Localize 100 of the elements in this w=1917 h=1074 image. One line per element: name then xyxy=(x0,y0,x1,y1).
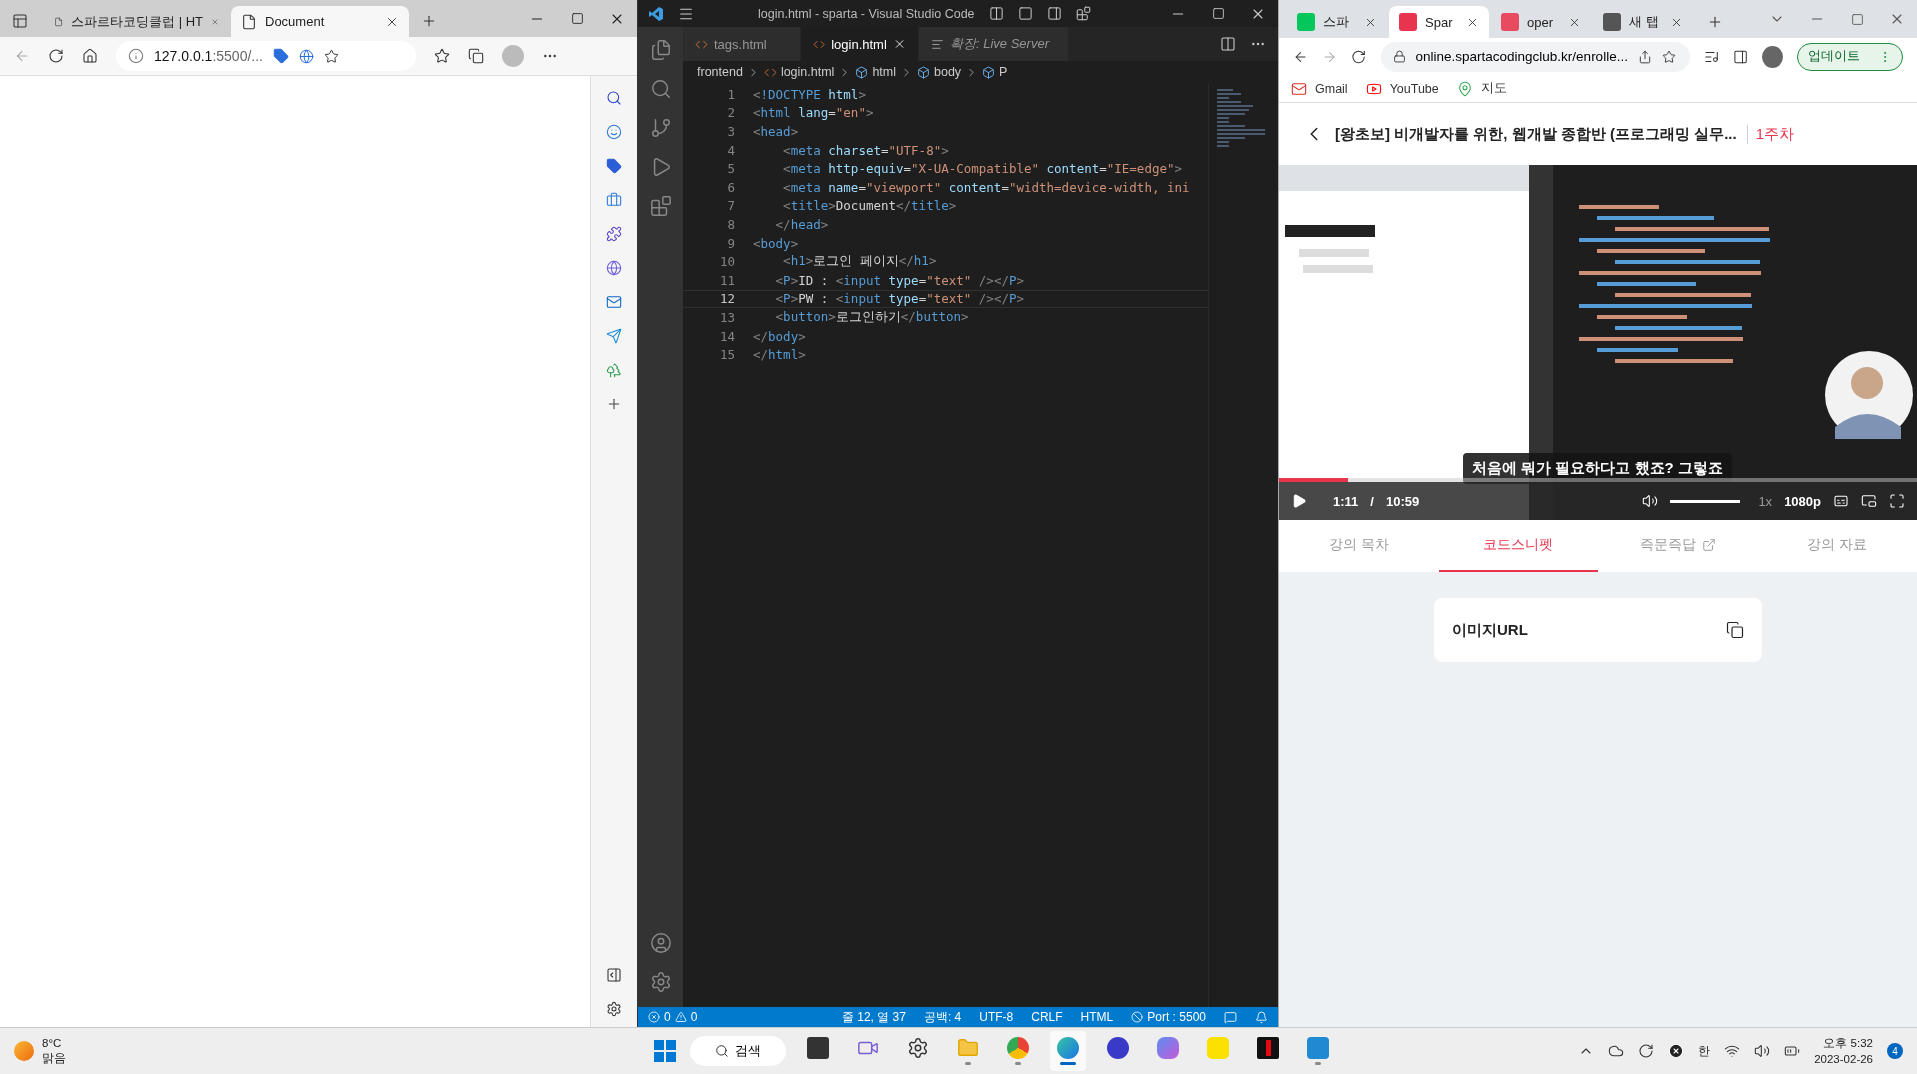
app-icon xyxy=(1107,1037,1129,1059)
bookmark-icon[interactable] xyxy=(1661,49,1676,64)
browser-tab[interactable]: 스파 xyxy=(1287,6,1387,38)
language-status[interactable]: HTML xyxy=(1080,1010,1114,1024)
new-tab-icon[interactable] xyxy=(1707,14,1723,30)
browser-tab[interactable]: Document xyxy=(231,6,409,37)
wifi-icon[interactable] xyxy=(1724,1043,1741,1059)
toolbox-icon[interactable] xyxy=(606,192,622,208)
url-text: :5500/... xyxy=(212,48,263,64)
maximize-icon[interactable] xyxy=(570,12,584,25)
speed-button[interactable]: 1x xyxy=(1758,493,1773,509)
tree-icon[interactable] xyxy=(606,362,622,378)
notification-badge[interactable]: 4 xyxy=(1887,1043,1903,1059)
sync-icon[interactable] xyxy=(1638,1043,1655,1059)
settings-icon[interactable] xyxy=(606,1001,622,1017)
volume-slider-fill[interactable] xyxy=(1670,499,1741,503)
quality-button[interactable]: 1080p xyxy=(1784,493,1821,509)
battery-icon[interactable] xyxy=(1784,1043,1801,1059)
browser-tab[interactable]: 새 탭 xyxy=(1593,6,1693,38)
layout-icon[interactable] xyxy=(1046,6,1062,21)
cloud-icon[interactable] xyxy=(1608,1043,1625,1059)
account-icon[interactable] xyxy=(649,932,672,954)
bookmark-link[interactable]: Gmail xyxy=(1315,81,1348,96)
send-icon[interactable] xyxy=(606,328,622,344)
map-pin-icon xyxy=(1456,80,1473,97)
start-icon[interactable] xyxy=(654,1040,676,1062)
bookmark-link[interactable]: 지도 xyxy=(1480,80,1507,97)
settings-icon[interactable] xyxy=(907,1037,929,1059)
add-icon[interactable] xyxy=(606,396,622,412)
collections-icon[interactable] xyxy=(468,48,484,64)
notifications-icon[interactable] xyxy=(1255,1010,1268,1024)
update-button[interactable]: 업데이트 xyxy=(1797,42,1904,71)
encoding-status[interactable]: UTF-8 xyxy=(979,1010,1014,1024)
search-icon[interactable] xyxy=(649,78,672,100)
address-bar[interactable]: online.spartacodingclub.kr/enrolle... xyxy=(1380,41,1690,72)
tab-actions-icon[interactable] xyxy=(12,13,28,29)
line-number: 12 xyxy=(718,291,735,307)
browser-tab[interactable]: oper xyxy=(1491,6,1591,38)
home-icon[interactable] xyxy=(82,48,98,64)
editor-tab[interactable]: 확장: Live Server xyxy=(919,27,1069,61)
tag-icon[interactable] xyxy=(606,158,622,174)
breadcrumb-item[interactable]: body xyxy=(934,65,962,79)
site-icon xyxy=(1297,13,1315,31)
tag-icon[interactable] xyxy=(273,48,289,64)
fullscreen-icon[interactable] xyxy=(1889,493,1905,509)
code-line: <h1>로그인 페이지</h1> xyxy=(782,253,937,271)
search-icon xyxy=(715,1044,729,1058)
profile-avatar[interactable] xyxy=(1762,45,1784,68)
side-panel-icon[interactable] xyxy=(1733,48,1749,65)
reload-icon[interactable] xyxy=(1351,48,1367,65)
address-bar[interactable]: 127.0.0.1:5500/... xyxy=(116,41,416,71)
explorer-icon[interactable] xyxy=(649,39,672,61)
panel-icon[interactable] xyxy=(606,967,622,983)
breadcrumb-item[interactable]: frontend xyxy=(697,65,743,79)
mail-icon[interactable] xyxy=(606,294,622,310)
indent-status[interactable]: 공백: 4 xyxy=(923,1008,962,1026)
eol-status[interactable]: CRLF xyxy=(1031,1010,1063,1024)
editor-tab[interactable]: tags.html xyxy=(683,27,801,61)
extensions-icon[interactable] xyxy=(649,195,672,217)
editor-tab[interactable]: login.html xyxy=(801,27,919,61)
app-tray-icon[interactable] xyxy=(1668,1043,1685,1059)
copy-icon[interactable] xyxy=(1726,621,1744,639)
maximize-icon[interactable] xyxy=(1850,12,1864,26)
layout-icon[interactable] xyxy=(1075,6,1091,21)
new-tab-icon[interactable] xyxy=(421,13,437,29)
volume-icon[interactable] xyxy=(1754,1043,1771,1059)
clock-date[interactable]: 2023-02-26 xyxy=(1814,1051,1873,1068)
ime-indicator[interactable]: 한 xyxy=(1698,1042,1711,1060)
volume-icon[interactable] xyxy=(1642,493,1659,509)
layout-icon[interactable] xyxy=(1017,6,1033,21)
snippet-card[interactable]: 이미지URL xyxy=(1434,598,1762,662)
globe-icon[interactable] xyxy=(606,260,622,276)
breadcrumb-item[interactable]: P xyxy=(999,65,1008,79)
search-icon[interactable] xyxy=(606,90,622,106)
problems-status[interactable]: 0 0 xyxy=(648,1010,698,1024)
clock-time[interactable]: 오후 5:32 xyxy=(1823,1034,1873,1051)
course-title: [왕초보] 비개발자를 위한, 웹개발 종합반 (프로그래밍 실무... xyxy=(1335,124,1737,144)
cursor-position[interactable]: 줄 12, 열 37 xyxy=(841,1008,906,1026)
split-editor-icon[interactable] xyxy=(1220,36,1236,52)
favorites-icon[interactable] xyxy=(434,48,450,64)
picture-in-picture-icon[interactable] xyxy=(1861,493,1877,509)
bookmark-link[interactable]: YouTube xyxy=(1389,81,1439,96)
browser-tab[interactable]: 스파르타코딩클럽 | HT xyxy=(44,6,229,37)
puzzle-icon[interactable] xyxy=(606,226,622,242)
breadcrumb-item[interactable]: login.html xyxy=(780,65,835,79)
play-icon[interactable] xyxy=(1291,493,1307,509)
progress-track[interactable] xyxy=(1279,478,1917,482)
port-status[interactable]: Port : 5500 xyxy=(1131,1010,1206,1024)
source-control-icon[interactable] xyxy=(649,117,672,139)
reload-icon[interactable] xyxy=(48,48,64,64)
share-icon[interactable] xyxy=(1637,49,1652,64)
breadcrumb-item[interactable]: html xyxy=(872,65,896,79)
captions-icon[interactable] xyxy=(1833,493,1849,509)
layout-icon[interactable] xyxy=(988,6,1004,21)
preview-icon[interactable] xyxy=(931,37,944,51)
browser-tab[interactable]: Spar xyxy=(1389,6,1489,38)
favorite-icon[interactable] xyxy=(324,48,339,64)
search-field[interactable]: 검색 xyxy=(690,1036,786,1066)
feedback-icon[interactable] xyxy=(1224,1010,1237,1024)
translate-icon[interactable] xyxy=(299,48,314,64)
